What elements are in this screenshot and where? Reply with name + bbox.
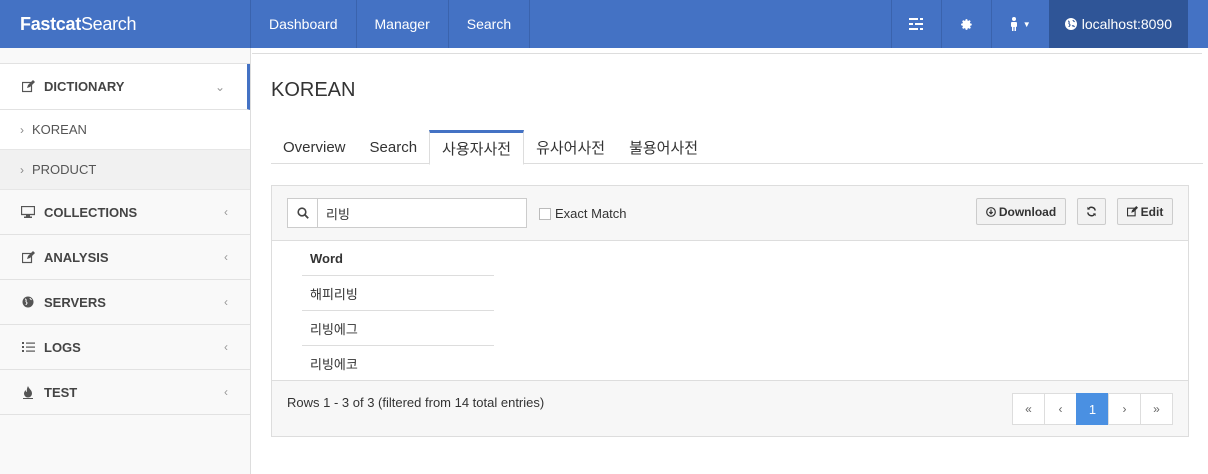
gear-icon (960, 18, 972, 30)
download-label: Download (998, 204, 1057, 219)
search-button[interactable] (288, 199, 318, 227)
sidebar: DICTIONARY ⌄ › KOREAN › PRODUCT COLLECTI… (0, 48, 251, 474)
tab-search[interactable]: Search (358, 130, 430, 164)
table-row[interactable]: 리빙에코 (302, 346, 494, 381)
task-list-button[interactable] (890, 0, 941, 48)
page-last-button[interactable]: » (1140, 393, 1173, 425)
page-first-button[interactable]: « (1012, 393, 1045, 425)
sidebar-item-label: COLLECTIONS (44, 204, 138, 220)
sidebar-item-servers[interactable]: SERVERS ‹ (0, 280, 250, 325)
chevron-left-icon: ‹ (224, 205, 228, 219)
page-prev-button[interactable]: ‹ (1044, 393, 1077, 425)
nav-manager[interactable]: Manager (357, 0, 449, 48)
caret-down-icon: ▼ (1022, 19, 1031, 29)
edit-label: Edit (1140, 204, 1164, 219)
tab-overview[interactable]: Overview (271, 130, 358, 164)
sidebar-item-label: LOGS (44, 339, 81, 355)
sidebar-subitem-korean[interactable]: › KOREAN (0, 110, 250, 150)
edit-icon (20, 250, 36, 264)
tab-stopword-dictionary[interactable]: 불용어사전 (617, 130, 710, 164)
main-content: KOREAN Overview Search 사용자사전 유사어사전 불용어사전… (252, 48, 1208, 474)
word-table: Word 해피리빙 리빙에그 리빙에코 (302, 242, 494, 381)
list-icon (909, 18, 924, 30)
chevron-left-icon: ‹ (224, 295, 228, 309)
sidebar-item-label: SERVERS (44, 294, 106, 310)
sidebar-subitem-product[interactable]: › PRODUCT (0, 150, 250, 190)
user-menu-button[interactable]: ▼ (990, 0, 1049, 48)
dictionary-panel: Exact Match Download Edit Word 해피리빙 리빙에그… (271, 185, 1189, 437)
exact-match-toggle[interactable]: Exact Match (539, 206, 627, 221)
sidebar-subitem-label: KOREAN (32, 122, 87, 137)
exact-match-checkbox[interactable] (539, 207, 551, 220)
monitor-icon (20, 205, 36, 219)
brand-light: Search (80, 13, 137, 34)
edit-button[interactable]: Edit (1117, 198, 1173, 225)
edit-icon (1126, 206, 1138, 217)
refresh-button[interactable] (1077, 198, 1106, 225)
nav-search[interactable]: Search (449, 0, 531, 48)
chevron-right-icon: › (20, 122, 24, 137)
sidebar-item-label: ANALYSIS (44, 249, 109, 265)
refresh-icon (1087, 206, 1096, 217)
chevron-left-icon: ‹ (224, 385, 228, 399)
panel-toolbar: Exact Match Download Edit (272, 186, 1188, 241)
page-next-button[interactable]: › (1108, 393, 1141, 425)
tab-synonym-dictionary[interactable]: 유사어사전 (524, 130, 617, 164)
brand-bold: Fastcat (20, 13, 81, 34)
chevron-down-icon: ⌄ (214, 79, 225, 94)
page-title: KOREAN (271, 79, 356, 101)
pagination: « ‹ 1 › » (1012, 393, 1173, 425)
top-navbar: Fastcat Search Dashboard Manager Search ▼… (0, 0, 1208, 48)
main-nav: Dashboard Manager Search (251, 0, 531, 48)
sidebar-item-logs[interactable]: LOGS ‹ (0, 325, 250, 370)
user-icon (1010, 17, 1017, 31)
download-button[interactable]: Download (976, 198, 1066, 225)
exact-match-label: Exact Match (555, 206, 627, 221)
host-label: localhost:8090 (1081, 16, 1172, 32)
settings-button[interactable] (940, 0, 991, 48)
panel-footer: Rows 1 - 3 of 3 (filtered from 14 total … (272, 380, 1188, 436)
sidebar-subitem-label: PRODUCT (32, 162, 97, 177)
search-group (287, 198, 527, 228)
sidebar-item-test[interactable]: TEST ‹ (0, 370, 250, 415)
chevron-left-icon: ‹ (224, 340, 228, 354)
rows-info: Rows 1 - 3 of 3 (filtered from 14 total … (287, 395, 545, 410)
sidebar-item-analysis[interactable]: ANALYSIS ‹ (0, 235, 250, 280)
list-icon (20, 340, 36, 354)
sidebar-item-collections[interactable]: COLLECTIONS ‹ (0, 190, 250, 235)
nav-dashboard[interactable]: Dashboard (251, 0, 357, 48)
sidebar-item-dictionary[interactable]: DICTIONARY ⌄ (0, 64, 250, 110)
tab-bar: Overview Search 사용자사전 유사어사전 불용어사전 (271, 130, 1203, 165)
globe-icon (20, 295, 36, 309)
download-icon (985, 206, 996, 217)
nav-right: ▼ localhost:8090 (890, 0, 1188, 48)
sidebar-spacer (0, 48, 250, 64)
search-input[interactable] (318, 199, 526, 227)
table-row[interactable]: 해피리빙 (302, 276, 494, 311)
divider (252, 53, 1202, 54)
chevron-left-icon: ‹ (224, 250, 228, 264)
sidebar-item-label: DICTIONARY (44, 79, 125, 94)
host-selector[interactable]: localhost:8090 (1048, 0, 1188, 48)
sidebar-item-label: TEST (44, 384, 78, 400)
chevron-right-icon: › (20, 162, 24, 177)
tab-user-dictionary[interactable]: 사용자사전 (429, 130, 525, 165)
search-icon (296, 207, 309, 219)
globe-icon (1064, 18, 1077, 30)
brand-logo[interactable]: Fastcat Search (0, 0, 251, 48)
edit-icon (20, 80, 36, 94)
table-row[interactable]: 리빙에그 (302, 311, 494, 346)
fire-icon (20, 385, 36, 399)
page-current-button[interactable]: 1 (1076, 393, 1109, 425)
table-header-word: Word (302, 242, 494, 276)
